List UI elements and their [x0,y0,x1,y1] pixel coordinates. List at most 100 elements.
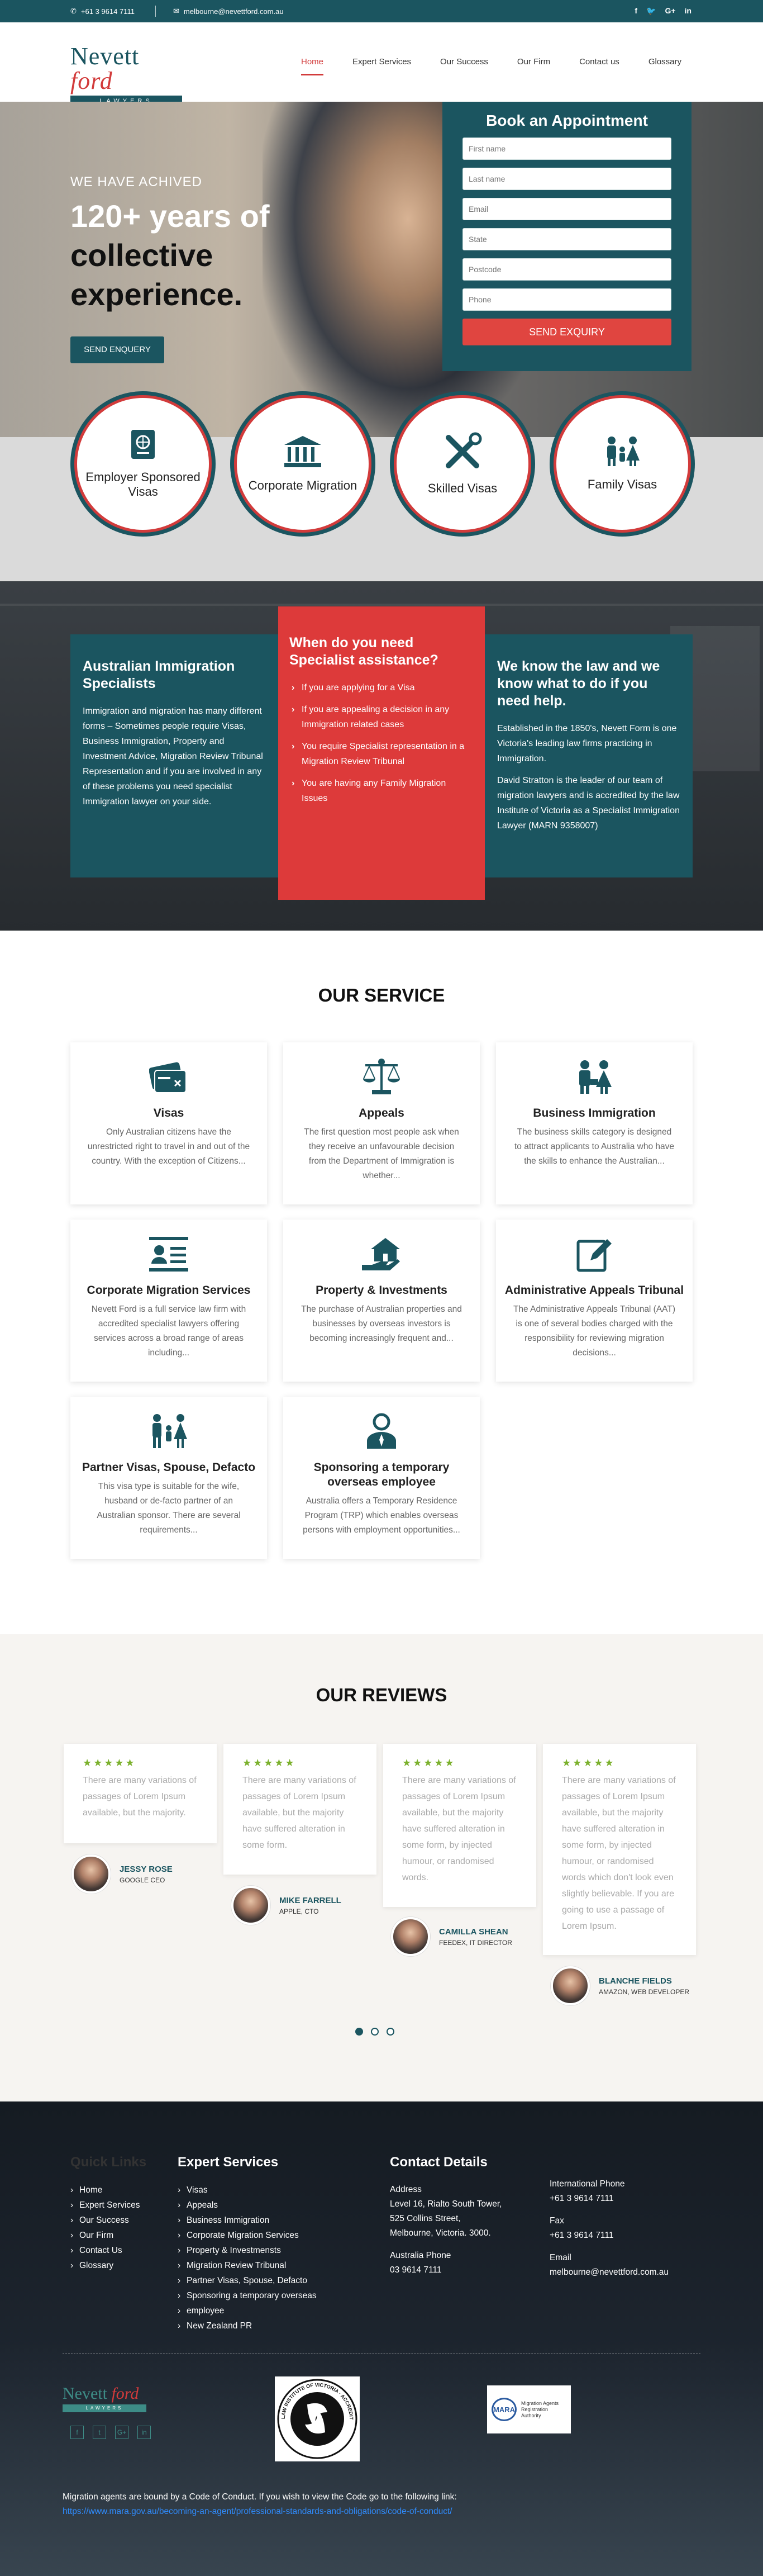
google-plus-icon[interactable]: G+ [115,2426,128,2439]
service-card-property-investments[interactable]: Property & Investments The purchase of A… [283,1220,480,1382]
footer-link[interactable]: New Zealand PR [178,2318,317,2333]
service-text: Australia offers a Temporary Residence P… [303,1496,460,1535]
send-exquiry-button[interactable]: SEND EXQUIRY [462,319,671,345]
au-phone[interactable]: 03 9614 7111 [390,2263,518,2278]
reviewer-name: CAMILLA SHEAN [439,1927,508,1937]
site-logo[interactable]: Nevett ford LAWYERS [70,44,182,107]
footer-link[interactable]: Property & Investmensts [178,2243,317,2258]
first-name-field[interactable] [462,137,671,160]
footer-link[interactable]: Corporate Migration Services [178,2228,317,2243]
facebook-icon[interactable]: f [635,6,637,16]
linkedin-icon[interactable]: in [137,2426,151,2439]
circle-label: Skilled Visas [427,481,498,495]
footer-link[interactable]: Migration Review Tribunal [178,2258,317,2273]
headline-line-2: collective [70,238,213,273]
service-card-partner-visas[interactable]: Partner Visas, Spouse, Defacto This visa… [70,1397,267,1559]
phone-field[interactable] [462,288,671,311]
logo-tagline: LAWYERS [63,2404,146,2412]
circle-label: Corporate Migration [248,478,357,492]
google-plus-icon[interactable]: G+ [665,6,675,16]
hero-banner: WE HAVE ACHIVED 120+ years of collective… [0,102,763,437]
service-title: Business Immigration [533,1107,656,1119]
circle-employer-sponsored[interactable]: Employer Sponsored Visas [70,391,216,537]
service-text: Nevett Ford is a full service law firm w… [91,1304,246,1358]
twitter-icon[interactable]: t [93,2426,106,2439]
footer-link[interactable]: Our Success [70,2213,146,2228]
family-icon [152,1414,187,1448]
circle-family-visas[interactable]: Family Visas [550,391,695,537]
footer-link[interactable]: Business Immigration [178,2213,317,2228]
footer-link[interactable]: Glossary [70,2258,146,2273]
circle-skilled-visas[interactable]: Skilled Visas [390,391,535,537]
footer-link[interactable]: Contact Us [70,2243,146,2258]
intl-phone-label: International Phone [550,2179,625,2189]
footer-link[interactable]: Our Firm [70,2228,146,2243]
contact-details-more: International Phone +61 3 9614 7111 Fax … [550,2177,695,2280]
review-card: ★★★★★ There are many variations of passa… [383,1744,536,1907]
carousel-dot[interactable] [371,2028,379,2036]
footer-link[interactable]: Home [70,2183,146,2198]
footer-link[interactable]: employee [178,2303,317,2318]
address-label: Address [390,2185,422,2194]
nav-contact-us[interactable]: Contact us [579,57,619,67]
footer-link[interactable]: Visas [178,2183,317,2198]
circle-corporate-migration[interactable]: Corporate Migration [230,391,375,537]
box-title: Australian Immigration Specialists [83,658,235,691]
review-card: ★★★★★ There are many variations of passa… [543,1744,696,1955]
au-phone-label: Australia Phone [390,2251,451,2260]
carousel-dots [355,2028,394,2036]
carousel-dot[interactable] [355,2028,363,2036]
divider [155,6,156,17]
reviewer-role: APPLE, CTO [279,1907,319,1915]
linkedin-icon[interactable]: in [685,6,692,16]
review-text: There are many variations of passages of… [402,1776,516,1882]
footer-link[interactable]: Partner Visas, Spouse, Defacto [178,2273,317,2288]
intl-phone[interactable]: +61 3 9614 7111 [550,2191,695,2206]
state-field[interactable] [462,228,671,250]
nav-expert-services[interactable]: Expert Services [352,57,411,67]
nav-our-firm[interactable]: Our Firm [517,57,550,67]
avatar [551,1966,590,2005]
we-know-the-law-box: We know the law and we know what to do i… [485,634,693,877]
business-people-icon [579,1060,612,1094]
phone-contact[interactable]: ✆ +61 3 9614 7111 [70,7,135,16]
fax-label: Fax [550,2216,564,2226]
footer-logo[interactable]: Nevett ford LAWYERS [63,2385,146,2412]
address-line: Level 16, Rialto South Tower, [390,2199,502,2209]
service-card-corporate-migration[interactable]: Corporate Migration Services Nevett Ford… [70,1220,267,1382]
last-name-field[interactable] [462,168,671,190]
twitter-icon[interactable]: 🐦 [646,6,656,16]
footer-link[interactable]: Expert Services [70,2198,146,2213]
edit-form-icon [576,1239,612,1272]
quick-links: Quick Links Home Expert Services Our Suc… [70,2155,146,2273]
nav-home[interactable]: Home [301,57,323,75]
conduct-text: Migration agents are bound by a Code of … [63,2492,457,2502]
box-text: David Stratton is the leader of our team… [497,776,680,831]
service-card-administrative-appeals[interactable]: Administrative Appeals Tribunal The Admi… [496,1220,693,1382]
rating-stars: ★★★★★ [562,1757,616,1768]
mail-icon: ✉ [173,7,179,15]
reviewer-name: BLANCHE FIELDS [599,1976,672,1986]
facebook-icon[interactable]: f [70,2426,84,2439]
footer-email[interactable]: melbourne@nevettford.com.au [550,2265,695,2280]
service-card-appeals[interactable]: Appeals The first question most people a… [283,1042,480,1204]
send-enquiry-button[interactable]: SEND ENQUERY [70,336,164,363]
top-bar: ✆ +61 3 9614 7111 ✉ melbourne@nevettford… [0,0,763,22]
service-card-sponsoring-employee[interactable]: Sponsoring a temporary overseas employee… [283,1397,480,1559]
service-card-visas[interactable]: Visas Only Australian citizens have the … [70,1042,267,1204]
footer-link[interactable]: Appeals [178,2198,317,2213]
carousel-dot[interactable] [387,2028,394,2036]
reviewer: MIKE FARRELL APPLE, CTO [231,1886,341,1925]
email-field[interactable] [462,198,671,220]
email-contact[interactable]: ✉ melbourne@nevettford.com.au [173,7,284,16]
postcode-field[interactable] [462,258,671,281]
footer-link[interactable]: Sponsoring a temporary overseas [178,2288,317,2303]
service-card-business-immigration[interactable]: Business Immigration The business skills… [496,1042,693,1204]
family-icon [607,437,640,466]
nav-our-success[interactable]: Our Success [440,57,488,67]
review-text: There are many variations of passages of… [242,1776,356,1850]
service-title: Appeals [359,1107,404,1119]
nav-glossary[interactable]: Glossary [648,57,681,67]
box-title: We know the law and we know what to do i… [497,658,660,709]
conduct-link[interactable]: https://www.mara.gov.au/becoming-an-agen… [63,2504,700,2519]
